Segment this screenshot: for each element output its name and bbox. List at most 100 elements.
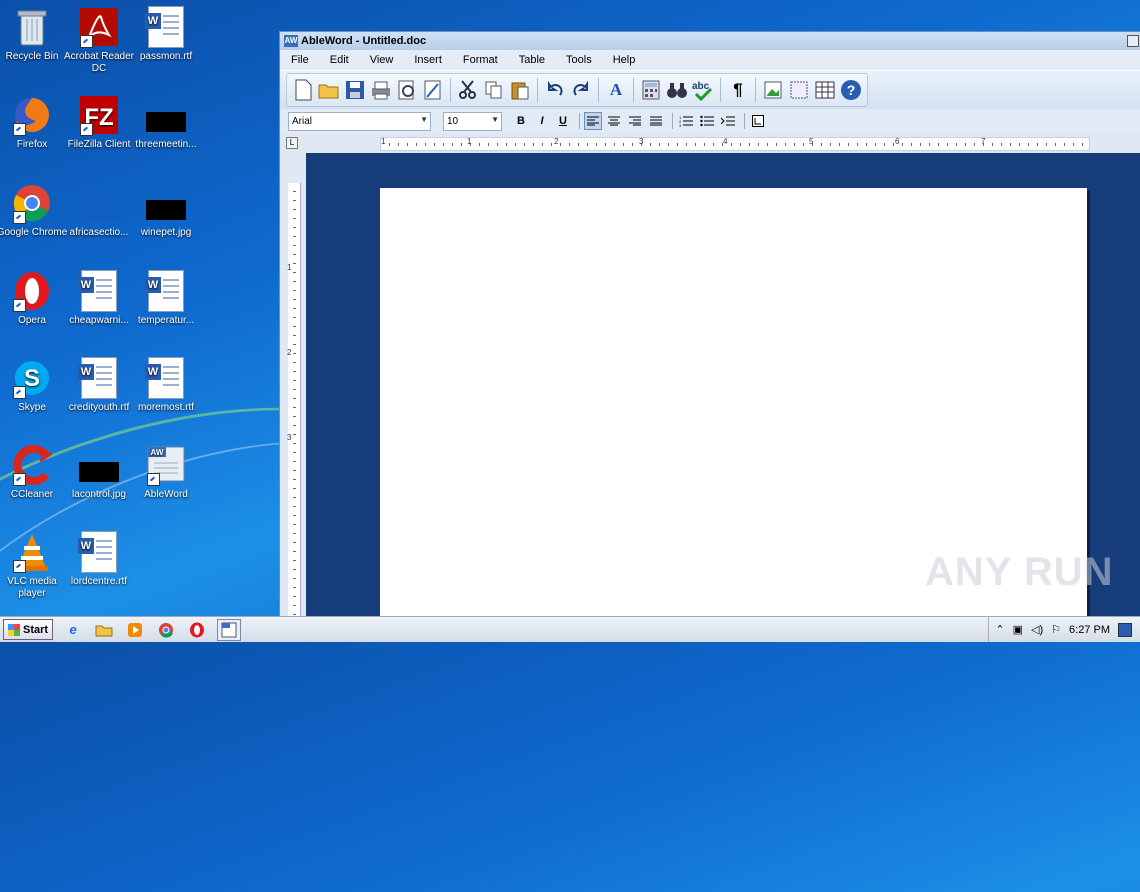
desktop-icon-recycle-bin[interactable]: Recycle Bin	[0, 6, 68, 63]
copy-button[interactable]	[481, 76, 507, 104]
horizontal-ruler[interactable]: 1 1 2 3 4 5 6 7	[380, 137, 1090, 151]
desktop-icon-opera[interactable]: Opera	[0, 270, 68, 327]
desktop-icon-label: FileZilla Client	[67, 139, 131, 150]
align-right-icon	[629, 116, 641, 126]
opera-icon	[11, 270, 53, 312]
menu-tools[interactable]: Tools	[563, 54, 595, 66]
recycle-bin-icon	[11, 6, 53, 48]
menu-insert[interactable]: Insert	[411, 54, 445, 66]
font-size-select[interactable]: 10 ▼	[443, 111, 502, 131]
desktop-icon-passmon[interactable]: W passmon.rtf	[130, 6, 202, 63]
paste-button[interactable]	[507, 76, 533, 104]
desktop-icon-skype[interactable]: S Skype	[0, 357, 68, 414]
calculator-icon	[642, 80, 660, 100]
word-doc-icon: W	[145, 357, 187, 399]
clock[interactable]: 6:27 PM	[1069, 624, 1110, 636]
cut-button[interactable]	[455, 76, 481, 104]
svg-text:S: S	[24, 365, 40, 392]
blue-thumbnail-icon	[78, 182, 120, 224]
bulleted-list-button[interactable]	[698, 112, 716, 130]
word-doc-icon: W	[145, 270, 187, 312]
dropdown-arrow-icon: ▼	[420, 114, 428, 124]
desktop-icon-chrome[interactable]: Google Chrome	[0, 182, 68, 239]
desktop-icon-vlc[interactable]: VLC media player	[0, 531, 68, 600]
taskbar-ie-button[interactable]: e	[62, 620, 84, 640]
taskbar-opera-button[interactable]	[186, 620, 208, 640]
desktop-icon-ccleaner[interactable]: CCleaner	[0, 444, 68, 501]
network-icon[interactable]: ▣	[1013, 623, 1023, 636]
indent-button[interactable]	[719, 112, 737, 130]
calculator-button[interactable]	[638, 76, 664, 104]
action-center-flag-icon[interactable]: ⚐	[1051, 623, 1061, 636]
help-button[interactable]: ?	[838, 76, 864, 104]
find-button[interactable]	[664, 76, 690, 104]
taskbar-ableword-button[interactable]	[217, 618, 242, 641]
desktop-icon-threemeeting[interactable]: threemeetin...	[130, 94, 202, 151]
align-left-icon	[587, 116, 599, 126]
menu-table[interactable]: Table	[516, 54, 548, 66]
desktop-icon-acrobat[interactable]: Acrobat Reader DC	[63, 6, 135, 75]
start-button[interactable]: Start	[3, 619, 54, 640]
tray-expand-icon[interactable]: ⌃	[995, 623, 1004, 636]
menu-help[interactable]: Help	[610, 54, 639, 66]
open-button[interactable]	[316, 76, 342, 104]
menu-view[interactable]: View	[367, 54, 397, 66]
numbered-list-button[interactable]: 123	[677, 112, 695, 130]
bold-button[interactable]: B	[512, 112, 530, 130]
insert-picture-button[interactable]	[760, 76, 786, 104]
insert-frame-button[interactable]	[786, 76, 812, 104]
desktop-icon-ableword[interactable]: AW AbleWord	[130, 444, 202, 501]
show-formatting-button[interactable]: ¶	[725, 76, 751, 104]
redo-button[interactable]	[568, 76, 594, 104]
ableword-window[interactable]: AW AbleWord - Untitled.doc File Edit Vie…	[279, 31, 1140, 628]
tab-stop-selector[interactable]: L	[286, 137, 298, 149]
desktop-icon-credityouth[interactable]: W credityouth.rtf	[63, 357, 135, 414]
desktop-icon-lacontrol[interactable]: lacontrol.jpg	[63, 444, 135, 501]
taskbar-explorer-button[interactable]	[93, 620, 115, 640]
taskbar-media-button[interactable]	[124, 620, 146, 640]
desktop-icon-cheapwarning[interactable]: W cheapwarni...	[63, 270, 135, 327]
new-document-button[interactable]	[290, 76, 316, 104]
desktop-icon-firefox[interactable]: Firefox	[0, 94, 68, 151]
ruler-number: 1	[381, 137, 386, 146]
numbered-list-icon: 123	[679, 115, 693, 127]
insert-table-button[interactable]	[812, 76, 838, 104]
font-color-button[interactable]: A	[603, 76, 629, 104]
vlc-icon	[11, 531, 53, 573]
desktop-icon-lordcentre[interactable]: W lordcentre.rtf	[63, 531, 135, 588]
vertical-ruler[interactable]: 1 2 3	[287, 183, 301, 617]
show-desktop-button[interactable]	[1118, 622, 1132, 637]
italic-button[interactable]: I	[533, 112, 551, 130]
menu-format[interactable]: Format	[460, 54, 501, 66]
desktop-icon-moremost[interactable]: W moremost.rtf	[130, 357, 202, 414]
save-button[interactable]	[342, 76, 368, 104]
start-label: Start	[23, 623, 49, 636]
align-right-button[interactable]	[626, 112, 644, 130]
desktop-icon-africasection[interactable]: africasectio...	[63, 182, 135, 239]
opera-icon	[190, 622, 205, 637]
desktop-icon-temperature[interactable]: W temperatur...	[130, 270, 202, 327]
page-setup-button[interactable]	[420, 76, 446, 104]
minimize-button[interactable]	[1127, 35, 1139, 47]
volume-icon[interactable]: ◁)	[1031, 623, 1043, 636]
spellcheck-button[interactable]: abc	[690, 76, 716, 104]
underline-button[interactable]: U	[554, 112, 572, 130]
menu-edit[interactable]: Edit	[327, 54, 352, 66]
print-button[interactable]	[368, 76, 394, 104]
menu-file[interactable]: File	[288, 54, 312, 66]
desktop-icon-label: VLC media player	[7, 576, 57, 599]
justify-button[interactable]	[647, 112, 665, 130]
desktop-icon-filezilla[interactable]: FZ FileZilla Client	[63, 94, 135, 151]
font-name-select[interactable]: Arial ▼	[288, 111, 431, 131]
print-preview-button[interactable]	[394, 76, 420, 104]
watermark: ANY RUN	[925, 550, 1114, 594]
desktop-icon-winepet[interactable]: winepet.jpg	[130, 182, 202, 239]
taskbar-chrome-button[interactable]	[155, 620, 177, 640]
border-button[interactable]	[749, 112, 767, 130]
desktop-icon-label: Recycle Bin	[5, 51, 59, 62]
undo-button[interactable]	[542, 76, 568, 104]
formatting-toolbar: Arial ▼ 10 ▼ B I U 123	[280, 109, 1140, 133]
align-center-button[interactable]	[605, 112, 623, 130]
window-titlebar[interactable]: AW AbleWord - Untitled.doc	[280, 32, 1140, 50]
align-left-button[interactable]	[584, 112, 602, 130]
